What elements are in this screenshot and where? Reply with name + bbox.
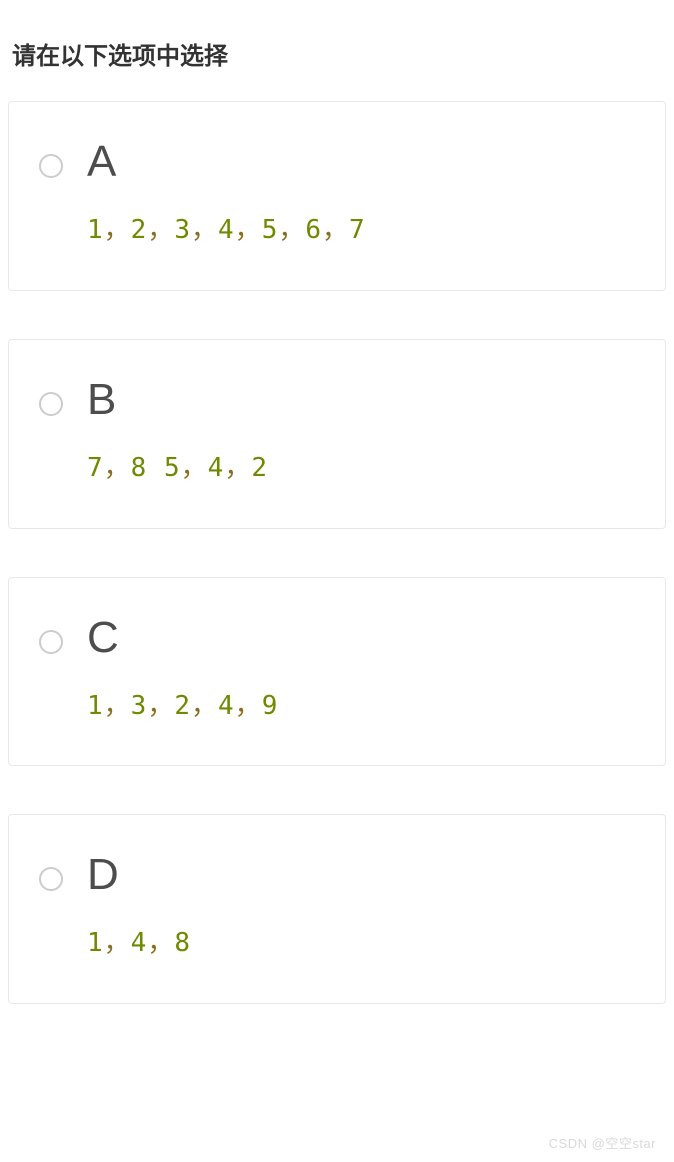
option-label: C (87, 616, 635, 660)
token-number: 4 (218, 691, 235, 721)
question-title: 请在以下选项中选择 (0, 0, 674, 101)
token-number: 1 (87, 215, 104, 245)
token-number: 4 (131, 928, 148, 958)
radio-icon[interactable] (39, 392, 63, 416)
token-number: 1 (87, 928, 104, 958)
option-card-d[interactable]: D1，4，8 (8, 814, 666, 1004)
option-tokens: 1，4，8 (87, 927, 635, 961)
token-number: 2 (251, 453, 268, 483)
token-number: 5 (164, 453, 181, 483)
token-number: 3 (131, 691, 148, 721)
token-number: 3 (174, 215, 191, 245)
radio-icon[interactable] (39, 867, 63, 891)
token-separator: ， (224, 453, 251, 483)
option-card-a[interactable]: A1，2，3，4，5，6，7 (8, 101, 666, 291)
option-content: D1，4，8 (87, 853, 635, 961)
options-container: A1，2，3，4，5，6，7B7，8 5，4，2C1，3，2，4，9D1，4，8 (0, 101, 674, 1004)
token-separator: ， (191, 691, 218, 721)
option-tokens: 7，8 5，4，2 (87, 452, 635, 486)
option-content: C1，3，2，4，9 (87, 616, 635, 724)
option-tokens: 1，3，2，4，9 (87, 690, 635, 724)
token-separator: ， (104, 453, 131, 483)
token-number: 1 (87, 691, 104, 721)
token-number: 2 (174, 691, 191, 721)
option-content: B7，8 5，4，2 (87, 378, 635, 486)
token-number: 6 (305, 215, 322, 245)
token-number: 4 (218, 215, 235, 245)
token-number: 7 (87, 453, 104, 483)
token-number: 5 (262, 215, 279, 245)
token-separator: ， (147, 928, 174, 958)
token-separator: ， (147, 691, 174, 721)
token-separator: ， (235, 215, 262, 245)
option-label: A (87, 140, 635, 184)
token-number: 8 (131, 453, 148, 483)
token-number: 8 (174, 928, 191, 958)
token-number: 7 (349, 215, 366, 245)
option-label: B (87, 378, 635, 422)
token-separator: ， (104, 928, 131, 958)
token-separator: ， (181, 453, 208, 483)
option-tokens: 1，2，3，4，5，6，7 (87, 214, 635, 248)
radio-icon[interactable] (39, 630, 63, 654)
option-content: A1，2，3，4，5，6，7 (87, 140, 635, 248)
token-separator: ， (191, 215, 218, 245)
option-card-b[interactable]: B7，8 5，4，2 (8, 339, 666, 529)
token-separator: ， (235, 691, 262, 721)
token-separator: ， (322, 215, 349, 245)
token-number: 4 (208, 453, 225, 483)
token-separator: ， (104, 691, 131, 721)
token-separator: ， (147, 215, 174, 245)
option-card-c[interactable]: C1，3，2，4，9 (8, 577, 666, 767)
watermark: CSDN @空空star (549, 1133, 656, 1152)
token-number: 2 (131, 215, 148, 245)
token-number: 9 (262, 691, 279, 721)
radio-icon[interactable] (39, 154, 63, 178)
token-separator: ， (104, 215, 131, 245)
token-separator: ， (278, 215, 305, 245)
option-label: D (87, 853, 635, 897)
token-separator (147, 453, 164, 483)
